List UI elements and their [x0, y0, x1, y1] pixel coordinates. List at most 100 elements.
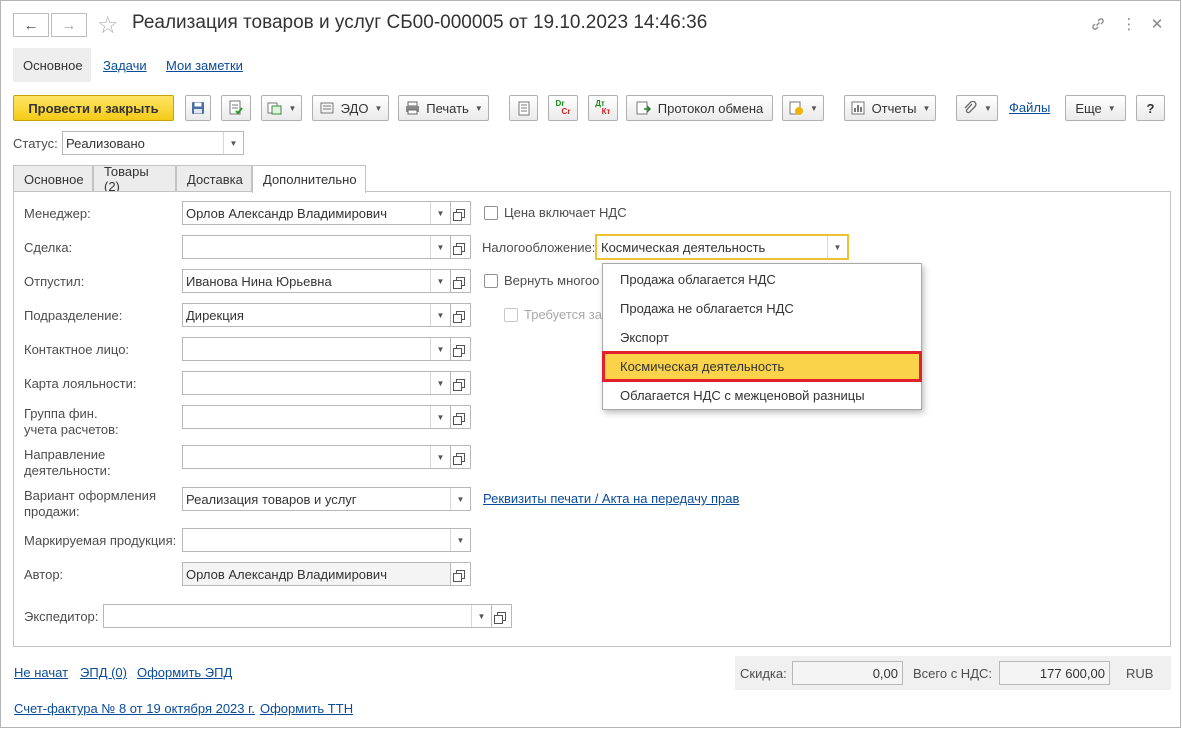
more-button[interactable]: Еще ▼	[1065, 95, 1126, 121]
open-icon	[494, 611, 506, 624]
loyalty-open-button[interactable]	[451, 371, 471, 395]
fin-group-field[interactable]: ▼	[182, 405, 451, 429]
create-based-on-button[interactable]: ▼	[261, 95, 302, 121]
dropdown-option[interactable]: Продажа облагается НДС	[603, 265, 921, 294]
chevron-down-icon[interactable]: ▼	[430, 446, 450, 468]
dropdown-option[interactable]: Продажа не облагается НДС	[603, 294, 921, 323]
link-icon[interactable]	[1088, 14, 1108, 34]
not-started-link[interactable]: Не начат	[14, 665, 68, 680]
contact-field[interactable]: ▼	[182, 337, 451, 361]
reports-label: Отчеты	[871, 100, 917, 116]
contact-open-button[interactable]	[451, 337, 471, 361]
favorite-star-icon[interactable]: ☆	[97, 11, 119, 40]
tab-goods[interactable]: Товары (2)	[93, 164, 176, 194]
chevron-down-icon: ▼	[474, 103, 483, 113]
taxation-field[interactable]: Космическая деятельность ▼	[595, 234, 849, 260]
chevron-down-icon[interactable]: ▼	[450, 529, 470, 551]
save-button[interactable]	[185, 95, 211, 121]
chevron-down-icon[interactable]: ▼	[430, 372, 450, 394]
reports-button[interactable]: Отчеты ▼	[844, 95, 936, 121]
chevron-down-icon[interactable]: ▼	[430, 202, 450, 224]
sale-variant-field[interactable]: Реализация товаров и услуг ▼	[182, 487, 471, 511]
dropdown-option[interactable]: Облагается НДС с межценовой разницы	[603, 381, 921, 410]
chevron-down-icon: ▼	[288, 103, 297, 113]
direction-open-button[interactable]	[451, 445, 471, 469]
open-icon	[453, 569, 465, 582]
loyalty-label: Карта лояльности:	[24, 376, 137, 391]
fin-group-label-1: Группа фин.	[24, 406, 98, 421]
marked-field[interactable]: ▼	[182, 528, 471, 552]
chevron-down-icon: ▼	[1107, 103, 1116, 113]
attach-button[interactable]: ▼	[956, 95, 998, 121]
files-link[interactable]: Файлы	[1009, 100, 1050, 115]
dr-cr-button[interactable]: Dr Cr	[548, 95, 578, 121]
back-button[interactable]: ←	[13, 13, 49, 37]
related-documents-button[interactable]: ▼	[782, 95, 824, 121]
total-label: Всего с НДС:	[913, 666, 993, 681]
print-label: Печать	[426, 100, 469, 116]
printer-icon	[404, 100, 420, 116]
help-label: ?	[1146, 100, 1155, 116]
tab-main[interactable]: Основное	[13, 165, 93, 192]
edo-button[interactable]: ЭДО ▼	[312, 95, 389, 121]
open-icon	[453, 412, 465, 425]
dropdown-option[interactable]: Экспорт	[603, 323, 921, 352]
deal-field[interactable]: ▼	[182, 235, 451, 259]
document-journal-button[interactable]	[509, 95, 538, 121]
chevron-down-icon: ▼	[810, 103, 818, 113]
status-label: Статус:	[13, 136, 58, 151]
forwarder-open-button[interactable]	[492, 604, 512, 628]
direction-field[interactable]: ▼	[182, 445, 451, 469]
post-button[interactable]	[221, 95, 251, 121]
exchange-protocol-button[interactable]: Протокол обмена	[626, 95, 773, 121]
loyalty-field[interactable]: ▼	[182, 371, 451, 395]
post-and-close-button[interactable]: Провести и закрыть	[13, 95, 174, 121]
chevron-down-icon[interactable]: ▼	[450, 488, 470, 510]
dt-kt-button[interactable]: Дт Кт	[588, 95, 618, 121]
released-open-button[interactable]	[451, 269, 471, 293]
chevron-down-icon[interactable]: ▼	[430, 270, 450, 292]
tab-additional[interactable]: Дополнительно	[252, 165, 366, 193]
make-ttn-link[interactable]: Оформить ТТН	[260, 701, 353, 716]
author-open-button[interactable]	[451, 562, 471, 586]
department-field[interactable]: Дирекция ▼	[182, 303, 451, 327]
help-button[interactable]: ?	[1136, 95, 1165, 121]
department-open-button[interactable]	[451, 303, 471, 327]
nav-tab-main[interactable]: Основное	[13, 48, 91, 82]
direction-label-2: деятельности:	[24, 463, 111, 478]
chevron-down-icon[interactable]: ▼	[430, 338, 450, 360]
price-incl-vat-checkbox[interactable]	[484, 206, 498, 220]
chevron-down-icon[interactable]: ▼	[430, 236, 450, 258]
released-field[interactable]: Иванова Нина Юрьевна ▼	[182, 269, 451, 293]
epd-link[interactable]: ЭПД (0)	[80, 665, 127, 680]
nav-tab-tasks[interactable]: Задачи	[93, 48, 157, 82]
post-and-close-label: Провести и закрыть	[28, 100, 159, 116]
tab-delivery[interactable]: Доставка	[176, 165, 252, 192]
arrow-right-icon: →	[61, 16, 77, 34]
print-requisites-link[interactable]: Реквизиты печати / Акта на передачу прав	[483, 491, 739, 506]
related-documents-icon	[788, 100, 804, 116]
chevron-down-icon[interactable]: ▼	[827, 236, 847, 258]
forward-button[interactable]: →	[51, 13, 87, 37]
more-vertical-icon[interactable]: ⋮	[1119, 14, 1139, 34]
arrow-left-icon: ←	[23, 16, 39, 34]
print-button[interactable]: Печать ▼	[398, 95, 489, 121]
manager-open-button[interactable]	[451, 201, 471, 225]
nav-tab-notes[interactable]: Мои заметки	[156, 48, 253, 82]
chevron-down-icon[interactable]: ▼	[471, 605, 491, 627]
chevron-down-icon[interactable]: ▼	[223, 132, 243, 154]
chevron-down-icon[interactable]: ▼	[430, 406, 450, 428]
close-icon[interactable]: ✕	[1147, 14, 1167, 34]
author-field: Орлов Александр Владимирович	[182, 562, 451, 586]
status-field[interactable]: Реализовано ▼	[62, 131, 244, 155]
deal-open-button[interactable]	[451, 235, 471, 259]
discount-label: Скидка:	[740, 666, 787, 681]
manager-field[interactable]: Орлов Александр Владимирович ▼	[182, 201, 451, 225]
make-epd-link[interactable]: Оформить ЭПД	[137, 665, 232, 680]
chevron-down-icon[interactable]: ▼	[430, 304, 450, 326]
forwarder-field[interactable]: ▼	[103, 604, 492, 628]
return-tara-checkbox[interactable]	[484, 274, 498, 288]
fin-group-open-button[interactable]	[451, 405, 471, 429]
dropdown-option-selected[interactable]: Космическая деятельность	[602, 351, 922, 382]
invoice-link[interactable]: Счет-фактура № 8 от 19 октября 2023 г.	[14, 701, 255, 716]
